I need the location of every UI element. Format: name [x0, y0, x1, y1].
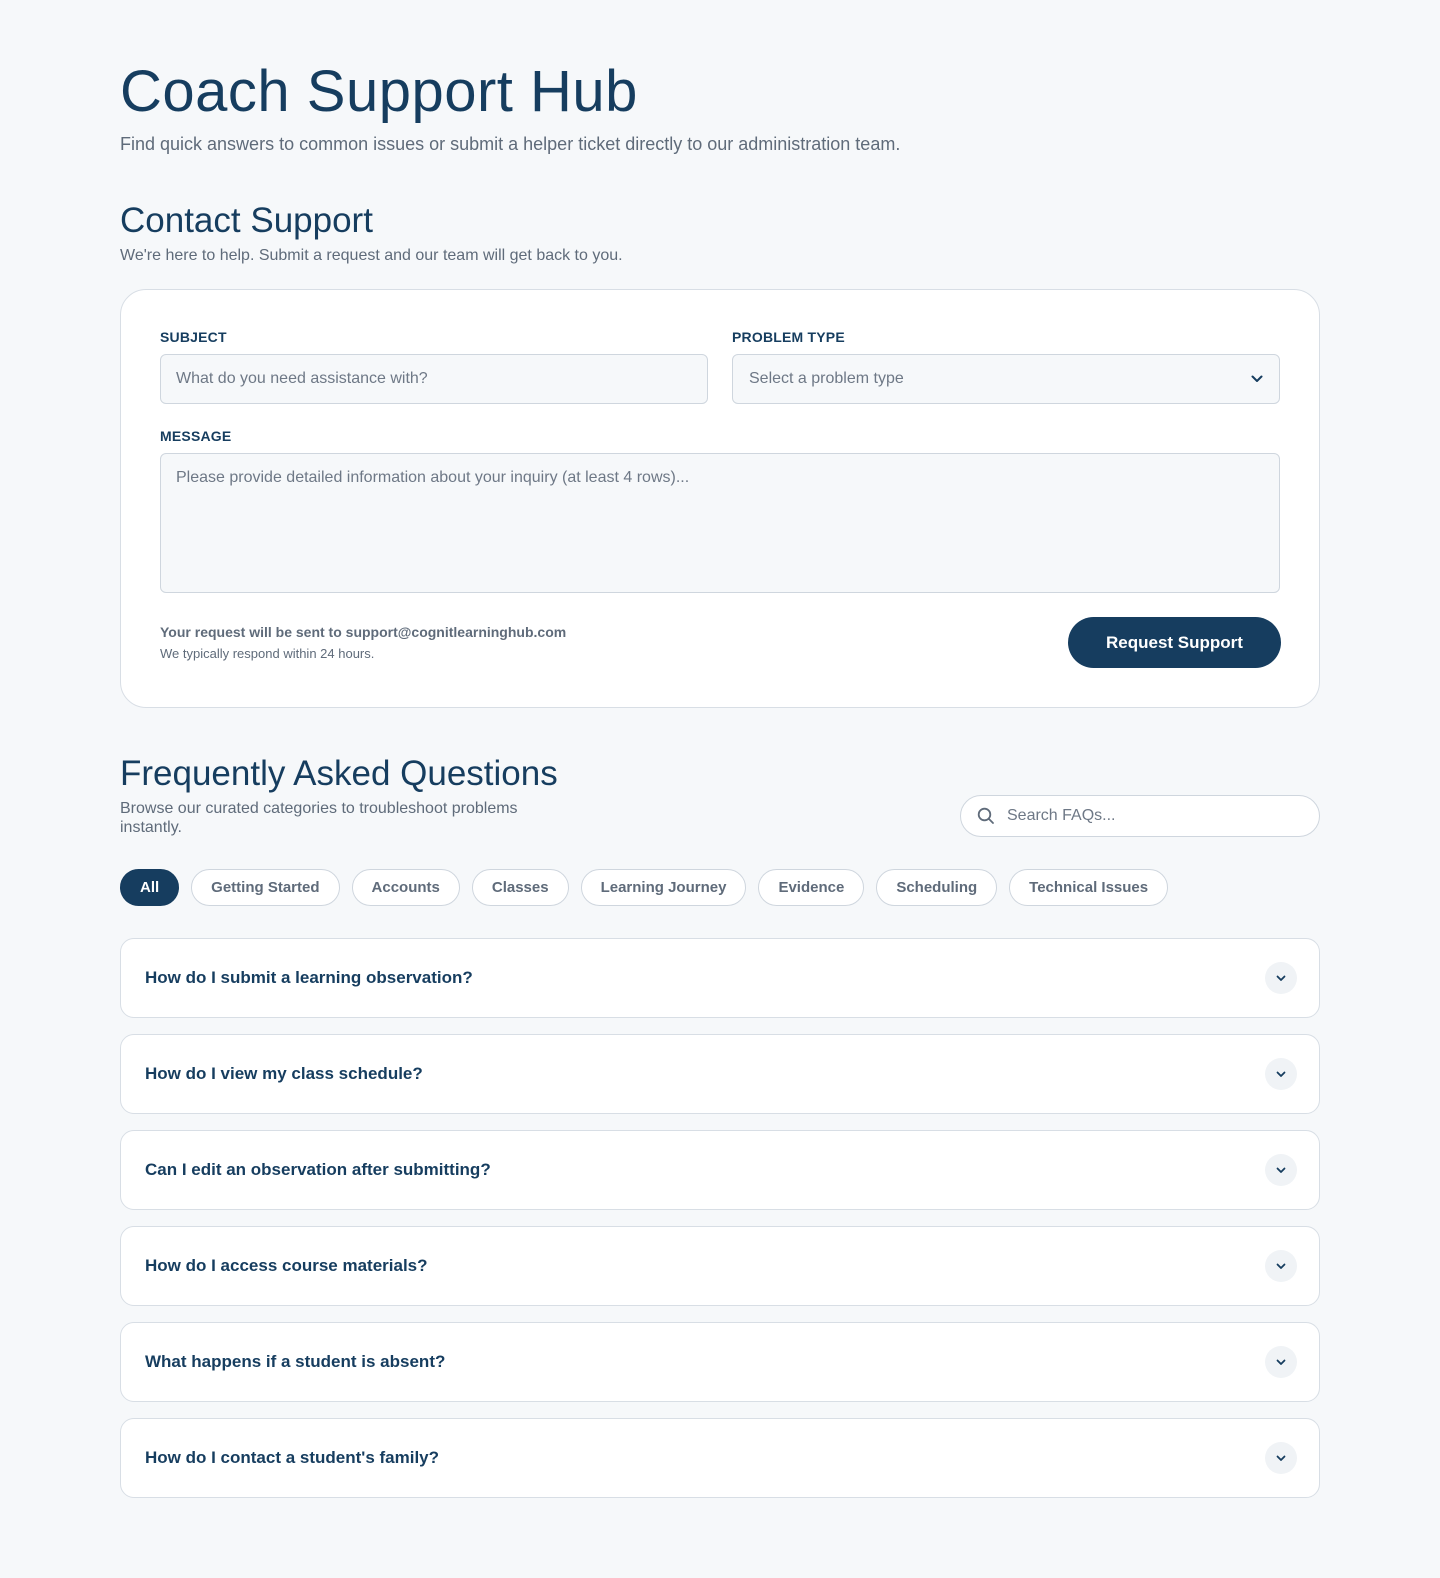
chevron-down-icon — [1276, 1167, 1286, 1174]
filter-chip-learning-journey[interactable]: Learning Journey — [580, 869, 747, 906]
faq-search-input[interactable] — [1007, 807, 1297, 825]
faq-item[interactable]: Can I edit an observation after submitti… — [120, 1130, 1320, 1210]
send-info: Your request will be sent to support@cog… — [160, 624, 566, 661]
filter-chip-scheduling[interactable]: Scheduling — [876, 869, 998, 906]
faq-item[interactable]: How do I contact a student's family? — [120, 1418, 1320, 1498]
chevron-down-icon — [1276, 1071, 1286, 1078]
filter-chip-evidence[interactable]: Evidence — [758, 869, 865, 906]
page-title: Coach Support Hub — [120, 59, 638, 124]
faq-item[interactable]: How do I submit a learning observation? — [120, 938, 1320, 1018]
subject-input[interactable] — [160, 354, 708, 404]
faq-search[interactable] — [960, 795, 1320, 837]
filter-chip-accounts[interactable]: Accounts — [351, 869, 460, 906]
filter-chip-getting-started[interactable]: Getting Started — [191, 869, 340, 906]
chevron-down-icon — [1276, 975, 1286, 982]
request-support-button[interactable]: Request Support — [1068, 617, 1281, 668]
chevron-down-icon — [1276, 1263, 1286, 1270]
problem-type-label: PROBLEM TYPE — [732, 329, 845, 345]
expand-toggle[interactable] — [1265, 1346, 1297, 1378]
chevron-down-icon — [1276, 1455, 1286, 1462]
faq-question: What happens if a student is absent? — [145, 1352, 446, 1371]
faq-subtitle-line-1: Browse our curated categories to trouble… — [120, 800, 518, 817]
faq-list: How do I submit a learning observation? … — [120, 938, 1320, 1514]
faq-item[interactable]: How do I access course materials? — [120, 1226, 1320, 1306]
filter-chip-classes[interactable]: Classes — [471, 869, 569, 906]
faq-question: How do I view my class schedule? — [145, 1064, 423, 1083]
problem-type-selected: Select a problem type — [749, 370, 904, 387]
send-destination-text: Your request will be sent to support@cog… — [160, 624, 567, 640]
faq-question: How do I contact a student's family? — [145, 1448, 440, 1467]
filter-chip-technical-issues[interactable]: Technical Issues — [1009, 869, 1169, 906]
contact-section-title: Contact Support — [120, 201, 373, 240]
filter-chip-all[interactable]: All — [120, 869, 180, 906]
message-label: MESSAGE — [160, 428, 232, 444]
search-icon — [977, 807, 995, 825]
faq-item[interactable]: What happens if a student is absent? — [120, 1322, 1320, 1402]
contact-form-card: SUBJECT PROBLEM TYPE Select a problem ty… — [120, 289, 1320, 708]
expand-toggle[interactable] — [1265, 1250, 1297, 1282]
page-subtitle: Find quick answers to common issues or s… — [120, 134, 901, 154]
faq-subtitle-line-2: instantly. — [120, 819, 182, 836]
faq-question: Can I edit an observation after submitti… — [145, 1160, 491, 1179]
message-textarea[interactable] — [160, 453, 1280, 593]
expand-toggle[interactable] — [1265, 1058, 1297, 1090]
contact-section-subtitle: We're here to help. Submit a request and… — [120, 247, 623, 264]
faq-question: How do I submit a learning observation? — [145, 968, 473, 987]
faq-category-filters: All Getting Started Accounts Classes Lea… — [120, 869, 1169, 906]
expand-toggle[interactable] — [1265, 1154, 1297, 1186]
problem-type-select[interactable]: Select a problem type — [732, 354, 1280, 404]
faq-section-title: Frequently Asked Questions — [120, 754, 558, 793]
expand-toggle[interactable] — [1265, 962, 1297, 994]
chevron-down-icon — [1251, 375, 1263, 383]
support-page: Coach Support Hub Find quick answers to … — [0, 0, 1440, 1578]
expand-toggle[interactable] — [1265, 1442, 1297, 1474]
response-time-text: We typically respond within 24 hours. — [160, 646, 375, 661]
faq-item[interactable]: How do I view my class schedule? — [120, 1034, 1320, 1114]
subject-label: SUBJECT — [160, 329, 227, 345]
chevron-down-icon — [1276, 1359, 1286, 1366]
faq-section-subtitle: Browse our curated categories to trouble… — [120, 799, 518, 837]
faq-question: How do I access course materials? — [145, 1256, 428, 1275]
